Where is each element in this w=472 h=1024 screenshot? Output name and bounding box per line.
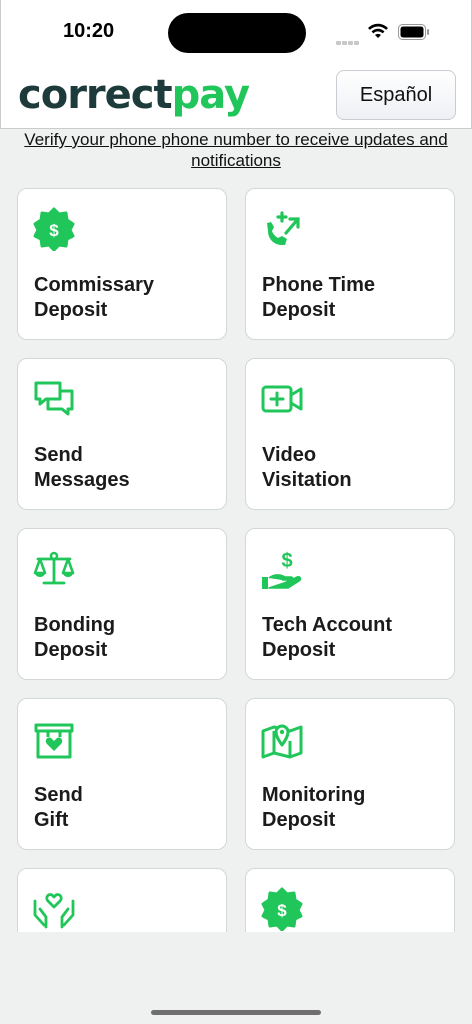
- card-label: Commissary Deposit: [34, 274, 155, 321]
- card-monitoring-deposit[interactable]: Monitoring Deposit: [245, 698, 455, 850]
- language-toggle-button[interactable]: Español: [336, 70, 456, 120]
- card-phone-time-deposit[interactable]: Phone Time Deposit: [245, 188, 455, 340]
- map-pin-icon: [261, 724, 303, 759]
- card-bonding-deposit[interactable]: Bonding Deposit: [17, 528, 227, 680]
- card-label: Phone Time Deposit: [262, 274, 375, 321]
- card-tech-account-deposit[interactable]: $ Tech Account Deposit: [245, 528, 455, 680]
- card-label: Send Gift: [34, 784, 83, 831]
- verify-line-2: notifications: [191, 151, 281, 170]
- card-send-gift[interactable]: Send Gift: [17, 698, 227, 850]
- hands-heart-icon: [33, 893, 75, 929]
- verify-phone-link[interactable]: Verify your phone phone number to receiv…: [0, 129, 472, 171]
- hand-dollar-icon: $: [262, 550, 302, 589]
- app-header: 10:20 correctpay Español: [0, 0, 472, 129]
- home-indicator[interactable]: [151, 1010, 321, 1015]
- gift-box-heart-icon: [34, 723, 74, 759]
- card-label: Bonding Deposit: [34, 614, 116, 661]
- card-send-messages[interactable]: Send Messages: [17, 358, 227, 510]
- wifi-icon: [368, 23, 388, 38]
- status-time: 10:20: [63, 20, 115, 42]
- svg-text:$: $: [281, 550, 292, 572]
- card-commissary-deposit[interactable]: $ Commissary Deposit: [17, 188, 227, 340]
- battery-icon: [398, 24, 429, 40]
- status-bar: 10:20: [1, 0, 472, 64]
- card-video-visitation[interactable]: Video Visitation: [245, 358, 455, 510]
- card-label: Video Visitation: [262, 444, 352, 491]
- chat-bubbles-icon: [34, 381, 74, 416]
- correctpay-logo: correctpay: [18, 72, 250, 120]
- phone-plus-icon: [267, 211, 300, 245]
- cellular-signal-icon: [336, 32, 360, 50]
- logo-text-correct: correct: [18, 72, 173, 118]
- card-label: Tech Account Deposit: [262, 614, 393, 661]
- card-label: Send Messages: [34, 444, 130, 491]
- card-label: Monitoring Deposit: [262, 784, 366, 831]
- dynamic-island: [168, 13, 306, 53]
- dollar-badge-icon: $: [261, 887, 303, 931]
- svg-text:$: $: [277, 901, 287, 920]
- video-plus-icon: [261, 385, 303, 413]
- scale-icon: [33, 551, 75, 585]
- svg-text:$: $: [49, 221, 59, 240]
- logo-text-pay: pay: [171, 72, 250, 118]
- verify-line-1: Verify your phone phone number to receiv…: [24, 130, 448, 149]
- dollar-badge-icon: $: [33, 207, 75, 251]
